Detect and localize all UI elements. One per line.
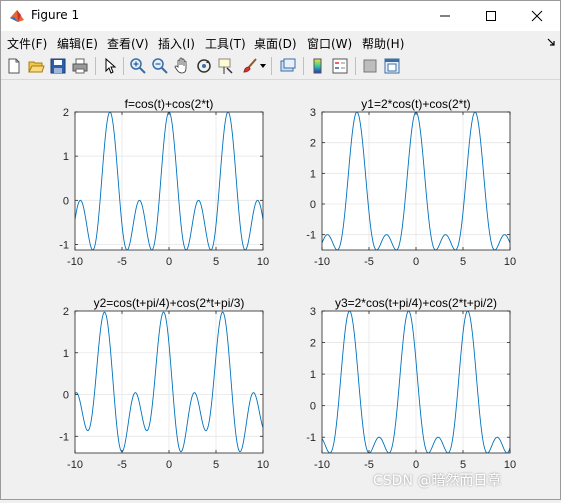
rotate-3d-icon[interactable] (195, 57, 213, 75)
subplot-title: y1=2*cos(t)+cos(2*t) (361, 97, 470, 111)
y-tick-label: 2 (310, 338, 316, 350)
dock-arrow-icon[interactable] (547, 37, 557, 47)
subplot-3: -10 -5 0 5 10-1012y2=cos(t+pi/4)+cos(2*t+pi/… (59, 296, 269, 471)
y-tick-label: -1 (306, 432, 316, 444)
csdn-watermark: CSDN @暗然而日章 (373, 473, 502, 489)
y-tick-label: -1 (306, 230, 316, 242)
x-tick-label: -10 (67, 256, 83, 268)
close-button[interactable] (514, 1, 560, 31)
x-tick-label: 10 (257, 459, 269, 471)
y-tick-label: 1 (310, 369, 316, 381)
minimize-icon (440, 15, 450, 17)
data-cursor-icon[interactable] (217, 57, 235, 75)
y-tick-label: 0 (310, 199, 316, 211)
hide-plot-tools-icon[interactable] (361, 57, 379, 75)
x-tick-label: 5 (213, 459, 219, 471)
x-tick-label: -10 (67, 459, 83, 471)
subplot-title: y3=2*cos(t+pi/4)+cos(2*t+pi/2) (335, 296, 497, 310)
show-plot-tools-icon[interactable] (383, 57, 401, 75)
link-plot-icon[interactable] (279, 57, 297, 75)
menu-bar: 文件(F) 编辑(E) 查看(V) 插入(I) 工具(T) 桌面(D) 窗口(W… (1, 31, 560, 53)
y-tick-label: -1 (59, 239, 69, 251)
y-tick-label: 2 (63, 306, 69, 318)
toolbar-separator (303, 57, 304, 75)
x-tick-label: 0 (166, 256, 172, 268)
x-tick-label: -5 (117, 256, 127, 268)
matlab-icon (10, 10, 24, 22)
open-file-icon[interactable] (27, 57, 45, 75)
zoom-in-icon[interactable] (129, 57, 147, 75)
menu-help[interactable]: 帮助(H) (362, 35, 404, 52)
menu-tools[interactable]: 工具(T) (205, 35, 246, 52)
x-tick-label: 5 (460, 256, 466, 268)
new-figure-icon[interactable] (5, 57, 23, 75)
minimize-button[interactable] (422, 1, 468, 31)
x-tick-label: 10 (504, 256, 516, 268)
y-tick-label: 0 (310, 401, 316, 413)
figure-window: Figure 1 文件(F) 编辑(E) 查看(V) 插入(I) 工具(T) 桌… (0, 0, 561, 500)
y-tick-label: 1 (63, 348, 69, 360)
menu-file[interactable]: 文件(F) (7, 35, 47, 52)
y-tick-label: 2 (310, 138, 316, 150)
x-tick-label: -5 (364, 256, 374, 268)
subplot-title: y2=cos(t+pi/4)+cos(2*t+pi/3) (94, 296, 245, 310)
brush-icon[interactable] (241, 57, 259, 75)
y-tick-label: -1 (59, 431, 69, 443)
y-tick-label: 2 (63, 107, 69, 119)
x-tick-label: -10 (314, 459, 330, 471)
y-tick-label: 3 (310, 306, 316, 318)
x-tick-label: 0 (413, 256, 419, 268)
toolbar (1, 53, 560, 80)
x-tick-label: 10 (504, 459, 516, 471)
subplot-grid: -10 -5 0 5 10-1012f=cos(t)+cos(2*t)-10 -5 0 5 10… (59, 97, 516, 471)
y-tick-label: 1 (63, 151, 69, 163)
y-tick-label: 1 (310, 168, 316, 180)
subplot-2: -10 -5 0 5 10-10123y1=2*cos(t)+cos(2*t) (306, 97, 516, 268)
zoom-out-icon[interactable] (151, 57, 169, 75)
maximize-button[interactable] (468, 1, 514, 31)
figure-canvas: -10 -5 0 5 10 -1 0 1 2 f=cos(t)+cos(2*t) -10 -5 0 5 10… (1, 80, 560, 499)
title-bar: Figure 1 (1, 1, 560, 31)
x-tick-label: 0 (166, 459, 172, 471)
maximize-icon (486, 11, 496, 21)
toolbar-separator (271, 57, 272, 75)
x-tick-label: -5 (117, 459, 127, 471)
menu-view[interactable]: 查看(V) (107, 35, 149, 52)
toolbar-separator (95, 57, 96, 75)
toolbar-separator (355, 57, 356, 75)
x-tick-label: 5 (213, 256, 219, 268)
close-icon (531, 10, 543, 22)
save-icon[interactable] (49, 57, 67, 75)
print-icon[interactable] (71, 57, 89, 75)
legend-icon[interactable] (331, 57, 349, 75)
menu-desktop[interactable]: 桌面(D) (254, 35, 297, 52)
colorbar-icon[interactable] (309, 57, 327, 75)
y-tick-label: 0 (63, 390, 69, 402)
menu-insert[interactable]: 插入(I) (158, 35, 195, 52)
pan-icon[interactable] (173, 57, 191, 75)
toolbar-separator (123, 57, 124, 75)
subplot-title: f=cos(t)+cos(2*t) (125, 97, 214, 111)
pointer-icon[interactable] (101, 57, 119, 75)
subplot-4: -10 -5 0 5 10-10123y3=2*cos(t+pi/4)+cos(2*t+… (306, 296, 516, 471)
x-tick-label: -10 (314, 256, 330, 268)
brush-dropdown-icon[interactable] (260, 63, 266, 69)
x-tick-label: 10 (257, 256, 269, 268)
window-title: Figure 1 (31, 8, 80, 22)
menu-window[interactable]: 窗口(W) (307, 35, 352, 52)
y-tick-label: 3 (310, 107, 316, 119)
subplot-1: -10 -5 0 5 10-1012f=cos(t)+cos(2*t) (59, 97, 269, 268)
y-tick-label: 0 (63, 195, 69, 207)
menu-edit[interactable]: 编辑(E) (57, 35, 98, 52)
